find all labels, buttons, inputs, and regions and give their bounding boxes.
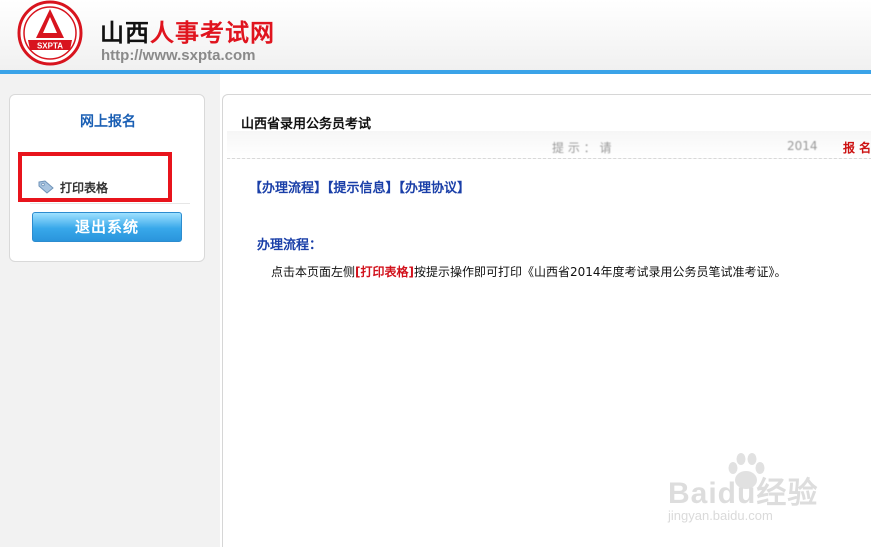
site-url: http://www.sxpta.com (101, 47, 256, 64)
highlight-box (18, 152, 172, 202)
logout-button[interactable]: 退出系统 (32, 212, 182, 242)
tab-process[interactable]: 【办理流程】 (249, 181, 327, 196)
site-title: 山西人事考试网 (100, 13, 275, 48)
watermark-text: Baidu经验 (668, 477, 819, 510)
notice-marquee: 提 示 ： 请 2014 报 名号 (227, 131, 871, 159)
sidebar-title: 网上报名 (80, 114, 136, 130)
section-title: 办理流程： (257, 238, 323, 253)
instruction-highlight: [打印表格] (355, 265, 414, 279)
marquee-red-text: 报 名号 (843, 141, 871, 155)
watermark-url: jingyan.baidu.com (668, 508, 773, 523)
sxpta-logo-icon: SXPTA (17, 0, 83, 66)
baidu-watermark: Baidu经验 jingyan.baidu.com (668, 450, 868, 530)
tab-links: 【办理流程】【提示信息】【办理协议】 (249, 177, 470, 196)
header-bar: SXPTA 山西人事考试网 http://www.sxpta.com (0, 0, 871, 72)
menu-divider (30, 203, 190, 204)
tab-notice[interactable]: 【提示信息】 (327, 181, 399, 196)
site-title-red: 人事考试网 (150, 19, 275, 47)
marquee-year: 2014 (787, 139, 818, 153)
site-title-black: 山西 (100, 19, 150, 47)
page-title: 山西省录用公务员考试 (241, 117, 372, 132)
logo-text: SXPTA (37, 42, 63, 51)
tab-agreement[interactable]: 【办理协议】 (399, 181, 471, 196)
marquee-text: 提 示 ： 请 (552, 141, 612, 155)
instruction-after: 按提示操作即可打印《山西省2014年度考试录用公务员笔试准考证》。 (414, 265, 787, 279)
instruction-before: 点击本页面左侧 (271, 265, 356, 279)
instruction-text: 点击本页面左侧[打印表格]按提示操作即可打印《山西省2014年度考试录用公务员笔… (271, 263, 787, 280)
